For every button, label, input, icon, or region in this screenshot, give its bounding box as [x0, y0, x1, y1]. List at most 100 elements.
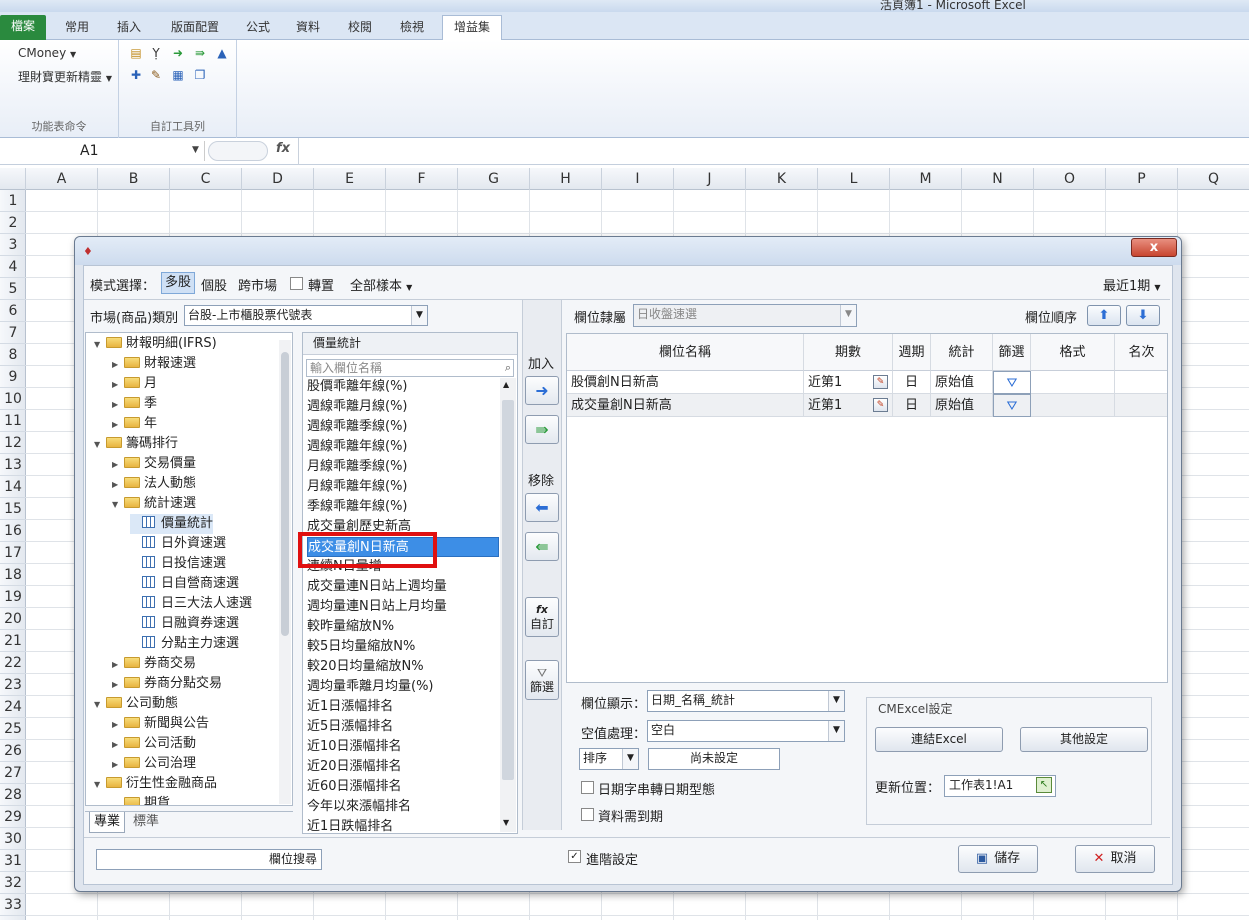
tab-review[interactable]: 校閱 — [340, 16, 380, 40]
chevron-down-icon[interactable]: ▼ — [192, 145, 199, 155]
grid-cell-field-name[interactable]: 成交量創N日新高 — [567, 394, 804, 417]
tree-item[interactable]: ▶ 月 — [112, 374, 157, 394]
field-list-item[interactable]: 今年以來漲幅排名 — [307, 797, 499, 817]
row-header-cell[interactable]: 19 — [0, 586, 26, 608]
arrow-right-icon[interactable]: ➜ — [171, 46, 185, 60]
field-list-item[interactable]: 月線乖離年線(%) — [307, 477, 499, 497]
column-header-cell[interactable]: B — [98, 168, 170, 190]
field-list-item[interactable]: 近60日漲幅排名 — [307, 777, 499, 797]
row-header-cell[interactable]: 28 — [0, 784, 26, 806]
row-header-cell[interactable]: 7 — [0, 322, 26, 344]
move-up-button[interactable]: ⬆ — [1087, 305, 1121, 326]
grid-cell-field-name[interactable]: 股價創N日新高 — [567, 371, 804, 394]
to-date-checkbox[interactable] — [581, 808, 594, 821]
row-header-cell[interactable]: 20 — [0, 608, 26, 630]
mode-cross-market[interactable]: 跨市場 — [238, 275, 277, 294]
row-header-cell[interactable]: 10 — [0, 388, 26, 410]
tab-page-layout[interactable]: 版面配置 — [160, 16, 230, 40]
tree-item[interactable]: ▼ 財報明細(IFRS) — [94, 334, 217, 354]
grid-cell-rank[interactable] — [1115, 394, 1167, 417]
grid-cell-cycle[interactable]: 日 — [893, 394, 931, 417]
row-header-cell[interactable]: 27 — [0, 762, 26, 784]
field-list-item[interactable]: 成交量連N日站上週均量 — [307, 577, 499, 597]
row-header-cell[interactable]: 26 — [0, 740, 26, 762]
tree-scrollbar-thumb[interactable] — [281, 352, 289, 636]
grid-cell-filter[interactable]: ⛛ — [993, 371, 1031, 394]
row-header-cell[interactable]: 15 — [0, 498, 26, 520]
arrow-up-icon[interactable]: ▲ — [215, 46, 229, 60]
grid-cell-stat[interactable]: 原始值 — [931, 394, 993, 417]
add-icon[interactable]: ✚ — [129, 68, 143, 82]
grid-cell-format[interactable] — [1031, 394, 1115, 417]
field-group-select[interactable]: 日收盤速選 ▼ — [633, 304, 857, 327]
edit-icon[interactable]: ✎ — [873, 398, 888, 412]
name-box[interactable]: A1 ▼ — [0, 141, 205, 161]
field-list-item[interactable]: 週線乖離月線(%) — [307, 397, 499, 417]
save-button[interactable]: ▣ 儲存 — [958, 845, 1038, 873]
update-position-field[interactable]: 工作表1!A1 ↖ — [944, 775, 1056, 797]
link-excel-button[interactable]: 連結Excel — [875, 727, 1003, 752]
collapse-icon[interactable]: ▼ — [112, 495, 124, 515]
column-header-cell[interactable]: D — [242, 168, 314, 190]
scroll-up-icon[interactable]: ▲ — [503, 380, 509, 389]
tree-item[interactable]: ▶ 新聞與公告 — [112, 714, 209, 734]
column-header-cell[interactable]: F — [386, 168, 458, 190]
row-header-cell[interactable]: 14 — [0, 476, 26, 498]
remove-field-button[interactable]: ⬅ — [525, 493, 559, 522]
tree-item[interactable]: 期貨 — [112, 794, 170, 805]
column-header-cell[interactable]: Q — [1178, 168, 1249, 190]
advanced-checkbox[interactable]: ✓ — [568, 850, 581, 863]
tree-item[interactable]: ▶ 公司治理 — [112, 754, 196, 774]
column-header-cell[interactable]: G — [458, 168, 530, 190]
expand-icon[interactable]: ▶ — [112, 415, 124, 435]
row-header-cell[interactable]: 31 — [0, 850, 26, 872]
tree-item[interactable]: 日投信速選 — [130, 554, 226, 574]
expand-icon[interactable]: ▶ — [112, 755, 124, 775]
date-string-checkbox[interactable] — [581, 781, 594, 794]
wealth-update-menu[interactable]: 理財寶更新精靈 ▼ — [18, 68, 112, 85]
custom-button[interactable]: fx 自訂 — [525, 597, 559, 637]
expand-icon[interactable]: ▶ — [112, 395, 124, 415]
tree-item[interactable]: 日自營商速選 — [130, 574, 239, 594]
expand-icon[interactable]: ▶ — [112, 475, 124, 495]
field-list-item[interactable]: 較5日均量縮放N% — [307, 637, 499, 657]
recent-period-dropdown[interactable]: 最近1期 ▼ — [1103, 275, 1161, 294]
tree-item[interactable]: ▶ 交易價量 — [112, 454, 196, 474]
row-header-cell[interactable]: 32 — [0, 872, 26, 894]
row-header-cell[interactable]: 29 — [0, 806, 26, 828]
field-list-item[interactable]: 股價乖離年線(%) — [307, 377, 499, 397]
filter-button[interactable]: ⛛ 篩選 — [525, 660, 559, 700]
grid-cell-rank[interactable] — [1115, 371, 1167, 394]
grid-cell-stat[interactable]: 原始值 — [931, 371, 993, 394]
scroll-down-icon[interactable]: ▼ — [503, 818, 509, 827]
tab-standard[interactable]: 標準 — [129, 812, 163, 833]
field-list-item[interactable]: 近1日漲幅排名 — [307, 697, 499, 717]
field-list-item[interactable]: 週均量乖離月均量(%) — [307, 677, 499, 697]
tree-item[interactable]: ▼ 公司動態 — [94, 694, 178, 714]
column-header-cell[interactable]: A — [26, 168, 98, 190]
tab-file[interactable]: 檔案 — [0, 15, 46, 40]
column-header-cell[interactable]: O — [1034, 168, 1106, 190]
grid-cell-cycle[interactable]: 日 — [893, 371, 931, 394]
field-list-item[interactable]: 近1日跌幅排名 — [307, 817, 499, 833]
row-header-cell[interactable]: 13 — [0, 454, 26, 476]
search-icon[interactable]: ⌕ — [505, 360, 511, 376]
row-header-cell[interactable]: 11 — [0, 410, 26, 432]
table-icon[interactable]: ▦ — [171, 68, 185, 82]
row-header-cell[interactable]: 24 — [0, 696, 26, 718]
tab-professional[interactable]: 專業 — [89, 812, 126, 833]
field-list-item[interactable]: 季線乖離年線(%) — [307, 497, 499, 517]
row-header-cell[interactable]: 21 — [0, 630, 26, 652]
tree-item[interactable]: ▶ 季 — [112, 394, 157, 414]
cmoney-menu[interactable]: CMoney ▼ — [18, 46, 76, 60]
column-header-cell[interactable]: P — [1106, 168, 1178, 190]
tab-insert[interactable]: 插入 — [108, 16, 150, 40]
column-header-cell[interactable]: J — [674, 168, 746, 190]
tree-item[interactable]: ▼ 籌碼排行 — [94, 434, 178, 454]
expand-icon[interactable]: ▶ — [112, 455, 124, 475]
expand-icon[interactable]: ▶ — [112, 715, 124, 735]
column-header-cell[interactable]: M — [890, 168, 962, 190]
market-select[interactable]: 台股-上市櫃股票代號表 ▼ — [184, 305, 428, 326]
row-header-cell[interactable]: 8 — [0, 344, 26, 366]
tab-view[interactable]: 檢視 — [392, 16, 432, 40]
